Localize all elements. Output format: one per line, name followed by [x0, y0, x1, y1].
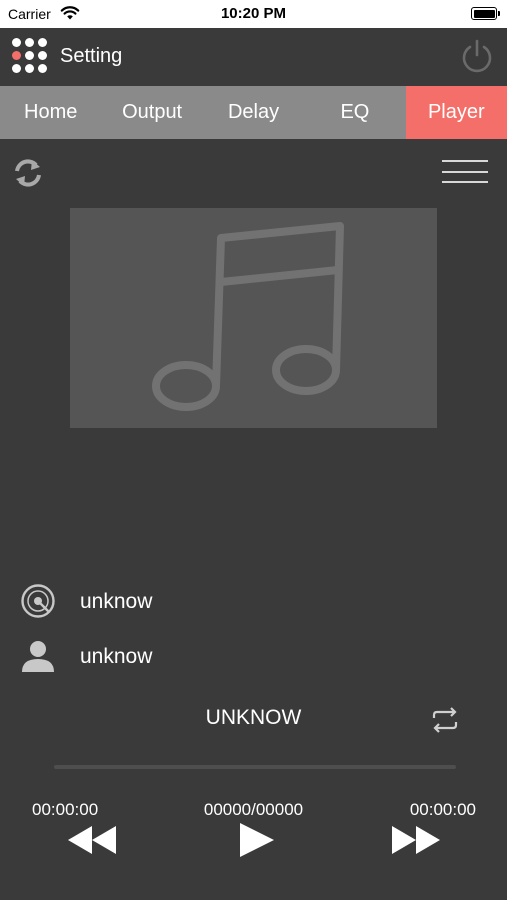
play-icon[interactable] [236, 820, 276, 860]
tab-eq[interactable]: EQ [304, 86, 405, 139]
page-title[interactable]: Setting [60, 45, 122, 68]
tab-player[interactable]: Player [405, 86, 507, 139]
status-bar: Carrier 10:20 PM [0, 0, 507, 28]
tab-home[interactable]: Home [0, 86, 101, 139]
progress-track[interactable] [54, 765, 456, 769]
duration-time: 00:00:00 [409, 800, 476, 819]
refresh-icon[interactable] [12, 157, 44, 189]
album-artwork [70, 208, 437, 428]
hamburger-icon[interactable] [442, 160, 488, 184]
grid-dots-icon[interactable] [12, 38, 48, 74]
tab-delay[interactable]: Delay [203, 86, 304, 139]
status-time: 10:20 PM [220, 5, 287, 22]
music-note-icon [152, 222, 344, 411]
person-icon [22, 641, 54, 672]
repeat-icon[interactable] [428, 706, 462, 734]
app-header: Setting [0, 28, 507, 86]
disc-icon [21, 584, 55, 618]
tab-bar: Home Output Delay EQ Player [0, 86, 507, 139]
battery-icon [471, 7, 500, 20]
power-icon[interactable] [459, 38, 495, 74]
album-name: unknow [80, 590, 153, 613]
rewind-icon[interactable] [66, 820, 118, 860]
tab-output[interactable]: Output [101, 86, 202, 139]
artist-name: unknow [80, 645, 153, 668]
fast-forward-icon[interactable] [390, 820, 442, 860]
